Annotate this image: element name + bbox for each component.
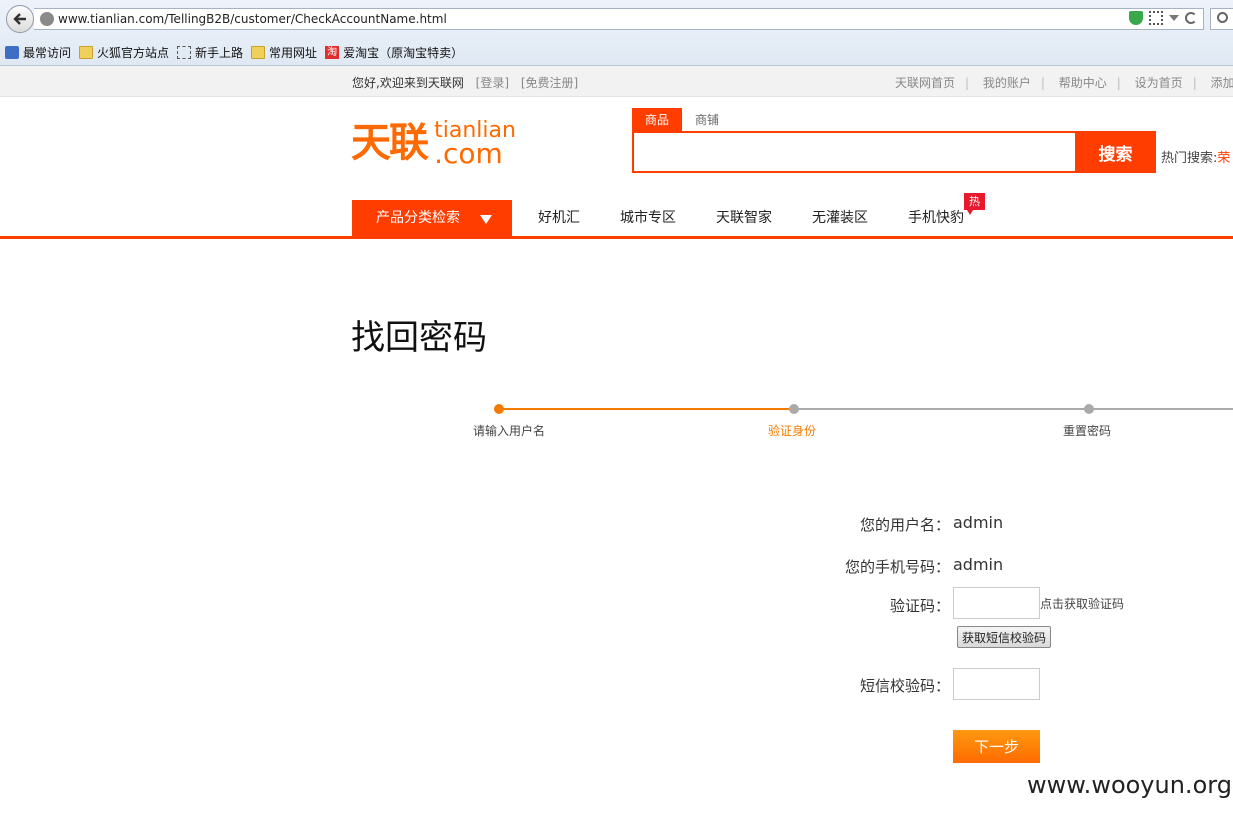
nav-item-no-fill-zone[interactable]: 无灌装区 (812, 200, 868, 237)
progress-line-done (499, 408, 794, 410)
next-step-button[interactable]: 下一步 (953, 730, 1040, 763)
site-logo[interactable]: 天联 tianlian .com (351, 120, 516, 168)
nav-item-city-zone[interactable]: 城市专区 (620, 200, 676, 237)
bookmark-common-sites[interactable]: 常用网址 (251, 44, 317, 61)
bookmark-label: 常用网址 (269, 45, 318, 60)
hot-search: 热门搜索:荣 (1161, 147, 1230, 166)
back-arrow-icon (13, 13, 26, 25)
my-account-link[interactable]: 我的账户 (983, 76, 1031, 90)
address-bar[interactable]: www.tianlian.com/TellingB2B/customer/Che… (34, 8, 1204, 30)
welcome-text: 您好,欢迎来到天联网 (352, 76, 464, 90)
register-link[interactable]: [免费注册] (521, 76, 578, 90)
divider: | (1116, 76, 1121, 90)
bookmark-icon (5, 45, 19, 59)
home-link[interactable]: 天联网首页 (895, 76, 955, 90)
category-menu-button[interactable]: 产品分类检索 (352, 200, 512, 237)
folder-icon (79, 45, 94, 59)
step-dot-2 (789, 404, 799, 414)
divider: | (1192, 76, 1197, 90)
back-button[interactable] (6, 5, 34, 33)
step-label-3: 重置密码 (1063, 424, 1112, 438)
globe-icon (40, 12, 54, 26)
nav-divider (0, 236, 1233, 239)
logo-chinese: 天联 (351, 120, 429, 166)
reload-icon[interactable] (1185, 12, 1197, 24)
bookmark-label: 爱淘宝（原淘宝特卖） (343, 45, 464, 60)
get-sms-code-button[interactable]: 获取短信校验码 (957, 626, 1051, 648)
search-tab-shops[interactable]: 商铺 (682, 108, 732, 132)
username-value: admin (953, 513, 1004, 532)
bookmark-aitaobao[interactable]: 淘爱淘宝（原淘宝特卖） (325, 44, 463, 61)
logo-english: tianlian .com (434, 120, 516, 168)
bookmark-getting-started[interactable]: 新手上路 (177, 44, 243, 61)
nav-item-phone-express[interactable]: 手机快豹 (908, 200, 964, 237)
nav-item-haojihui[interactable]: 好机汇 (538, 200, 580, 237)
search-button[interactable]: 搜索 (1075, 131, 1156, 173)
progress-line-todo (794, 408, 1233, 410)
bookmark-label: 火狐官方站点 (97, 45, 170, 60)
page-title: 找回密码 (351, 318, 487, 358)
welcome-area: 您好,欢迎来到天联网 [登录] [免费注册] (352, 74, 578, 91)
qr-code-icon[interactable] (1149, 11, 1163, 25)
search-tab-products[interactable]: 商品 (632, 108, 682, 132)
hot-search-label: 热门搜索: (1161, 151, 1218, 166)
site-topbar: 您好,欢迎来到天联网 [登录] [免费注册] 天联网首页 | 我的账户 | 帮助中心… (0, 66, 1233, 97)
step-dot-1 (494, 404, 504, 414)
add-favorite-link[interactable]: 添加收藏 (1211, 76, 1233, 90)
folder-icon (251, 45, 266, 59)
hot-badge: 热 (964, 193, 985, 215)
watermark: www.wooyun.org (1027, 771, 1232, 799)
sms-code-input[interactable] (953, 668, 1040, 700)
browser-search-box[interactable] (1210, 8, 1233, 30)
username-label: 您的用户名： (859, 516, 950, 534)
shield-icon[interactable] (1129, 11, 1143, 25)
caret-down-icon (480, 215, 492, 224)
page-icon (177, 45, 192, 59)
captcha-label: 验证码： (889, 597, 950, 615)
nav-item-smart-home[interactable]: 天联智家 (716, 200, 772, 237)
phone-label: 您的手机号码： (844, 558, 950, 576)
search-input[interactable] (632, 131, 1076, 173)
category-menu-label: 产品分类检索 (376, 210, 460, 226)
top-links: 天联网首页 | 我的账户 | 帮助中心 | 设为首页 | 添加收藏 (895, 74, 1233, 91)
taobao-icon: 淘 (325, 45, 340, 59)
sms-code-label: 短信校验码： (859, 677, 950, 695)
hot-search-word[interactable]: 荣 (1217, 151, 1230, 166)
dropdown-arrow-icon[interactable] (1169, 15, 1179, 21)
captcha-hint[interactable]: 点击获取验证码 (1040, 595, 1124, 612)
bookmark-label: 最常访问 (23, 45, 72, 60)
browser-toolbar: www.tianlian.com/TellingB2B/customer/Che… (0, 0, 1233, 66)
url-text[interactable]: www.tianlian.com/TellingB2B/customer/Che… (58, 12, 447, 26)
step-dot-3 (1084, 404, 1094, 414)
login-link[interactable]: [登录] (476, 76, 509, 90)
captcha-input[interactable] (953, 587, 1040, 619)
step-label-1: 请输入用户名 (473, 424, 546, 438)
bookmarks-bar: 最常访问 火狐官方站点 新手上路 常用网址 淘爱淘宝（原淘宝特卖） (0, 41, 463, 63)
bookmark-most-visited[interactable]: 最常访问 (5, 44, 71, 61)
divider: | (965, 76, 970, 90)
set-homepage-link[interactable]: 设为首页 (1135, 76, 1183, 90)
help-center-link[interactable]: 帮助中心 (1059, 76, 1107, 90)
step-label-2: 验证身份 (768, 424, 817, 438)
logo-en-bottom: .com (434, 137, 503, 170)
divider: | (1040, 76, 1045, 90)
bookmark-label: 新手上路 (195, 45, 244, 60)
bookmark-firefox-site[interactable]: 火狐官方站点 (79, 44, 169, 61)
search-icon (1217, 12, 1228, 23)
phone-value: admin (953, 555, 1004, 574)
